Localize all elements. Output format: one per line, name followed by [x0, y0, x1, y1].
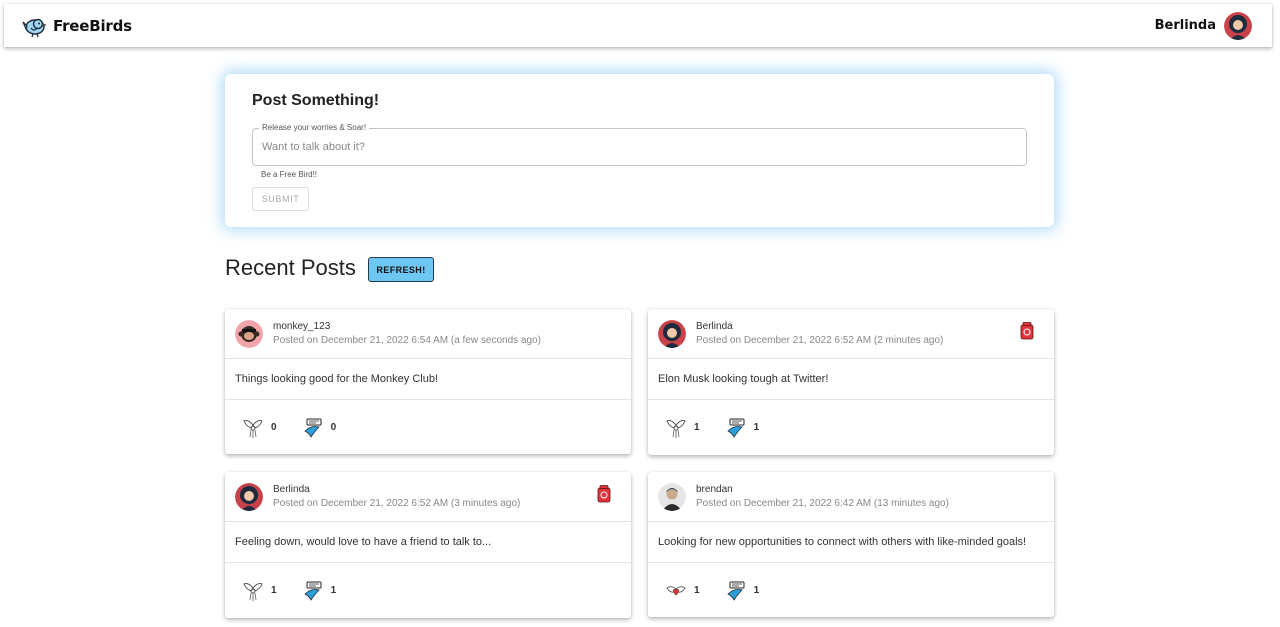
post-header: Berlinda Posted on December 21, 2022 6:5…: [225, 472, 631, 521]
post-card: Berlinda Posted on December 21, 2022 6:5…: [225, 472, 631, 618]
share-action: 1: [726, 417, 760, 439]
berlinda-avatar[interactable]: [235, 483, 263, 511]
bird-share-icon[interactable]: [726, 417, 746, 439]
berlinda-avatar[interactable]: [658, 320, 686, 348]
like-action: 0: [243, 417, 277, 439]
post-text: Things looking good for the Monkey Club!: [235, 373, 439, 385]
like-count: 0: [271, 422, 277, 433]
post-text-field: Release your worries & Soar!: [252, 123, 1027, 166]
like-count: 1: [694, 422, 700, 433]
post-header: Berlinda Posted on December 21, 2022 6:5…: [648, 309, 1054, 358]
post-timestamp: Posted on December 21, 2022 6:52 AM (2 m…: [696, 335, 944, 346]
current-username: Berlinda: [1154, 18, 1216, 33]
post-card: brendan Posted on December 21, 2022 6:42…: [648, 472, 1054, 617]
post-card: Berlinda Posted on December 21, 2022 6:5…: [648, 309, 1054, 455]
recent-posts-title: Recent Posts: [225, 255, 356, 280]
wings-icon[interactable]: [243, 417, 263, 439]
bird-logo-icon: [22, 13, 48, 39]
like-count: 1: [694, 585, 700, 596]
post-username[interactable]: Berlinda: [696, 321, 943, 332]
user-avatar[interactable]: [1224, 11, 1252, 40]
user-menu[interactable]: Berlinda: [1154, 11, 1252, 40]
like-action: 1: [666, 580, 700, 602]
like-action: 1: [243, 580, 277, 602]
share-count: 0: [330, 422, 337, 433]
brendan-avatar[interactable]: [658, 483, 686, 511]
post-actions: 0 0: [225, 400, 631, 455]
share-action: 0: [303, 417, 337, 439]
like-action: 1: [666, 417, 700, 439]
post-card: monkey_123 Posted on December 21, 2022 6…: [225, 309, 631, 454]
composer-card: Post Something! Release your worries & S…: [225, 74, 1054, 227]
post-header: brendan Posted on December 21, 2022 6:42…: [648, 472, 1054, 521]
post-timestamp: Posted on December 21, 2022 6:42 AM (13 …: [696, 498, 949, 509]
share-count: 1: [753, 585, 760, 596]
wings-icon[interactable]: [666, 417, 686, 439]
refresh-button[interactable]: REFRESH!: [368, 257, 434, 282]
post-text: Looking for new opportunities to connect…: [658, 536, 1027, 548]
post-text: Feeling down, would love to have a frien…: [235, 536, 492, 548]
app-name: FreeBirds: [53, 16, 132, 35]
post-username[interactable]: Berlinda: [273, 484, 520, 495]
brand[interactable]: FreeBirds: [22, 13, 132, 39]
bird-share-icon[interactable]: [303, 417, 323, 439]
post-username[interactable]: monkey_123: [273, 321, 541, 332]
post-actions: 1 1: [648, 563, 1054, 618]
composer-title: Post Something!: [252, 92, 380, 109]
post-input[interactable]: [253, 129, 1026, 165]
post-timestamp: Posted on December 21, 2022 6:52 AM (3 m…: [273, 498, 521, 509]
delete-icon[interactable]: [597, 485, 611, 503]
post-header: monkey_123 Posted on December 21, 2022 6…: [225, 309, 631, 358]
post-helper-text: Be a Free Bird!!: [261, 170, 318, 179]
monkey-avatar[interactable]: [235, 320, 263, 348]
winged-heart-icon[interactable]: [666, 580, 686, 602]
share-count: 1: [330, 585, 337, 596]
share-action: 1: [303, 580, 337, 602]
like-count: 1: [271, 585, 277, 596]
bird-share-icon[interactable]: [303, 580, 323, 602]
share-action: 1: [726, 580, 760, 602]
share-count: 1: [753, 422, 760, 433]
post-timestamp: Posted on December 21, 2022 6:54 AM (a f…: [273, 335, 541, 346]
post-text: Elon Musk looking tough at Twitter!: [658, 373, 829, 385]
wings-icon[interactable]: [243, 580, 263, 602]
bird-share-icon[interactable]: [726, 580, 746, 602]
post-field-label: Release your worries & Soar!: [259, 123, 370, 132]
post-actions: 1 1: [648, 400, 1054, 455]
post-actions: 1 1: [225, 563, 631, 618]
submit-button[interactable]: SUBMIT: [252, 187, 309, 211]
delete-icon[interactable]: [1020, 322, 1034, 340]
top-bar: FreeBirds Berlinda: [4, 4, 1272, 47]
post-username[interactable]: brendan: [696, 484, 949, 495]
